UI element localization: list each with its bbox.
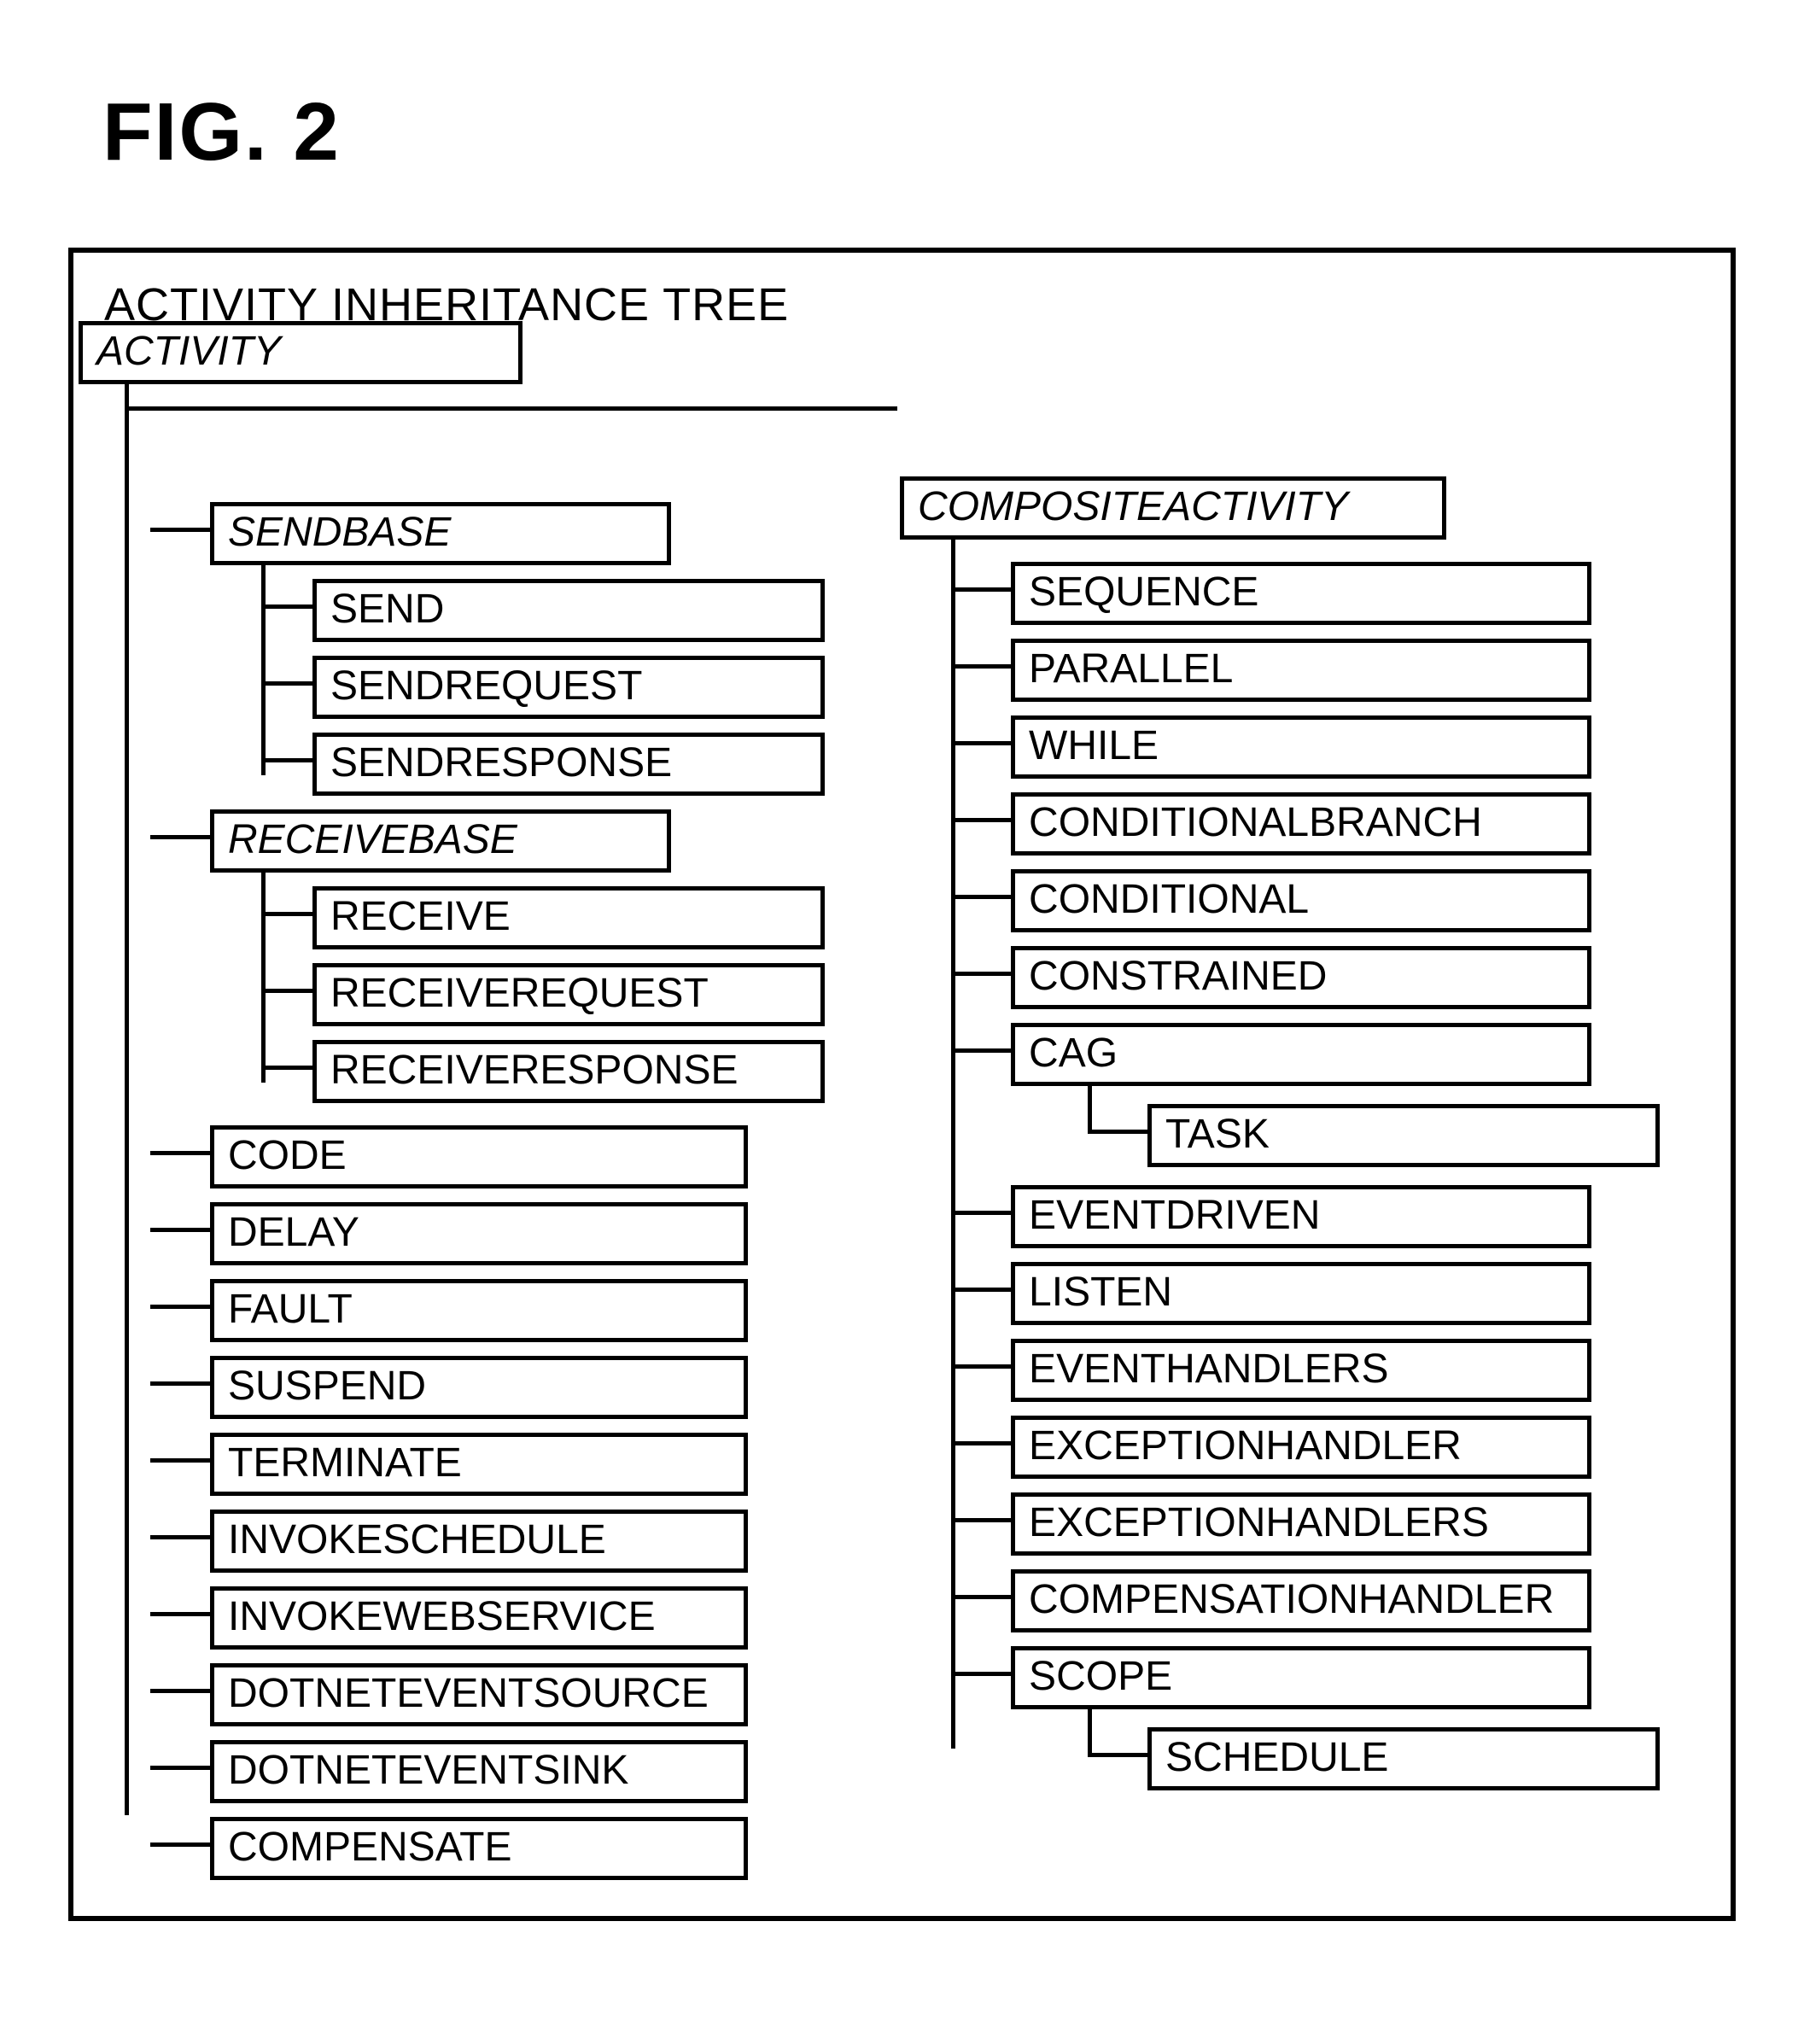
left-column: SENDBASE SEND SENDREQUEST SENDRESPONSE R… bbox=[99, 348, 866, 1885]
node-suspend: SUSPEND bbox=[210, 1356, 748, 1419]
node-dotneteventsource: DOTNETEVENTSOURCE bbox=[210, 1663, 748, 1726]
node-eventhandlers: EVENTHANDLERS bbox=[1011, 1339, 1591, 1402]
node-terminate: TERMINATE bbox=[210, 1433, 748, 1496]
node-conditional: CONDITIONAL bbox=[1011, 869, 1591, 932]
node-cag: CAG bbox=[1011, 1023, 1591, 1086]
node-delay: DELAY bbox=[210, 1202, 748, 1265]
node-listen: LISTEN bbox=[1011, 1262, 1591, 1325]
node-schedule: SCHEDULE bbox=[1147, 1727, 1660, 1790]
node-compensationhandler: COMPENSATIONHANDLER bbox=[1011, 1569, 1591, 1632]
inheritance-tree-panel: ACTIVITY INHERITANCE TREE ACTIVITY SENDB… bbox=[68, 248, 1736, 1921]
node-receive: RECEIVE bbox=[312, 886, 825, 949]
node-fault: FAULT bbox=[210, 1279, 748, 1342]
right-column: COMPOSITEACTIVITY SEQUENCE PARALLEL WHIL… bbox=[900, 348, 1705, 1885]
node-sendbase: SENDBASE bbox=[210, 502, 671, 565]
node-exceptionhandlers: EXCEPTIONHANDLERS bbox=[1011, 1492, 1591, 1556]
node-task: TASK bbox=[1147, 1104, 1660, 1167]
node-eventdriven: EVENTDRIVEN bbox=[1011, 1185, 1591, 1248]
node-receiveresponse: RECEIVERESPONSE bbox=[312, 1040, 825, 1103]
node-scope: SCOPE bbox=[1011, 1646, 1591, 1709]
node-compositeactivity: COMPOSITEACTIVITY bbox=[900, 476, 1446, 540]
node-parallel: PARALLEL bbox=[1011, 639, 1591, 702]
node-constrained: CONSTRAINED bbox=[1011, 946, 1591, 1009]
node-invokeschedule: INVOKESCHEDULE bbox=[210, 1510, 748, 1573]
node-code: CODE bbox=[210, 1125, 748, 1188]
node-conditionalbranch: CONDITIONALBRANCH bbox=[1011, 792, 1591, 856]
node-compensate: COMPENSATE bbox=[210, 1817, 748, 1880]
node-receiverequest: RECEIVEREQUEST bbox=[312, 963, 825, 1026]
node-send: SEND bbox=[312, 579, 825, 642]
node-dotneteventsink: DOTNETEVENTSINK bbox=[210, 1740, 748, 1803]
node-sendrequest: SENDREQUEST bbox=[312, 656, 825, 719]
node-sequence: SEQUENCE bbox=[1011, 562, 1591, 625]
figure-label: FIG. 2 bbox=[102, 85, 1736, 179]
node-receivebase: RECEIVEBASE bbox=[210, 809, 671, 873]
node-exceptionhandler: EXCEPTIONHANDLER bbox=[1011, 1416, 1591, 1479]
node-invokewebservice: INVOKEWEBSERVICE bbox=[210, 1586, 748, 1650]
node-sendresponse: SENDRESPONSE bbox=[312, 733, 825, 796]
node-while: WHILE bbox=[1011, 715, 1591, 779]
